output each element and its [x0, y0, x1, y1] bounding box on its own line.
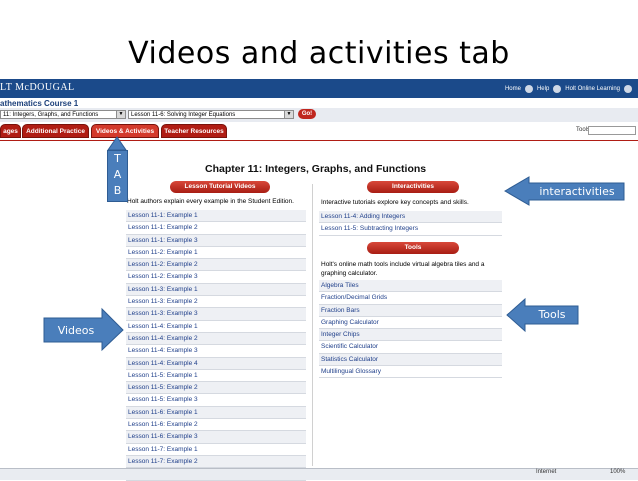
interactivities-callout-label: interactivities [539, 185, 615, 198]
videos-callout-label: Videos [57, 324, 95, 337]
tools-callout-label: Tools [538, 308, 566, 321]
callout-arrows [43, 136, 625, 352]
up-arrow-icon [107, 136, 127, 151]
